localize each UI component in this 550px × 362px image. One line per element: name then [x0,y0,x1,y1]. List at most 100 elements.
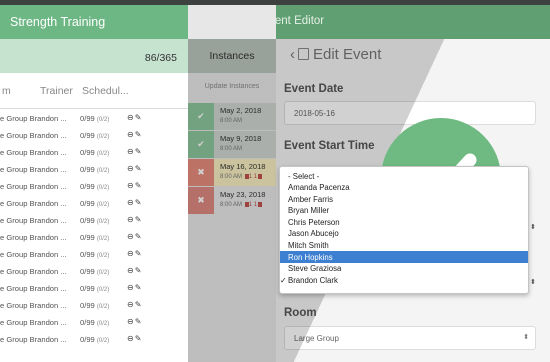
instance-date: May 2, 2018 [220,106,262,115]
table-row[interactable]: e Group Brandon ... 0/99 (0/2) ⊖✎ [0,143,188,160]
instances-title: Instances [188,39,276,73]
cancel-icon: ✖ [188,159,214,186]
instance-date: May 23, 2018 [220,190,266,199]
edit-icon[interactable]: ✎ [135,300,143,309]
delete-icon[interactable]: ⊖ [127,232,135,241]
dropdown-option[interactable]: Mitch Smith [280,240,528,252]
instance-date: May 9, 2018 [220,134,262,143]
table-row[interactable]: e Group Brandon ... 0/99 (0/2) ⊖✎ [0,279,188,296]
delete-icon[interactable]: ⊖ [127,113,135,122]
edit-icon[interactable]: ✎ [135,181,143,190]
edit-icon[interactable]: ✎ [135,317,143,326]
instance-time: 8:00 AM [220,146,243,152]
column-header-trainer[interactable]: Trainer [40,85,73,97]
delete-icon[interactable]: ⊖ [127,164,135,173]
delete-icon[interactable]: ⊖ [127,266,135,275]
edit-icon[interactable]: ✎ [135,283,143,292]
select-arrow-icon: ⬍ [523,334,529,341]
row-capacity: 0/99 (0/2) [80,233,110,242]
dropdown-option[interactable]: Amanda Pacenza [280,182,528,194]
table-row[interactable]: e Group Brandon ... 0/99 (0/2) ⊖✎ [0,194,188,211]
edit-icon[interactable]: ✎ [135,164,143,173]
edit-icon[interactable]: ✎ [135,334,143,343]
delete-icon[interactable]: ⊖ [127,283,135,292]
table-row[interactable]: e Group Brandon ... 0/99 (0/2) ⊖✎ [0,211,188,228]
dropdown-option[interactable]: ✓Brandon Clark [280,274,528,286]
attendance-icon [258,174,263,179]
delete-icon[interactable]: ⊖ [127,215,135,224]
row-room-trainer: e Group Brandon ... [0,216,67,225]
row-actions: ⊖✎ [127,334,142,343]
session-count: 86/365 [0,39,188,73]
dropdown-option[interactable]: Chris Peterson [280,216,528,228]
instance-item[interactable]: ✖ May 16, 2018 8:00 AM 1 1 [188,159,276,186]
dropdown-option[interactable]: Ron Hopkins [280,251,528,263]
delete-icon[interactable]: ⊖ [127,147,135,156]
dropdown-option[interactable]: Jason Abucejo [280,228,528,240]
row-capacity: 0/99 (0/2) [80,148,110,157]
delete-icon[interactable]: ⊖ [127,130,135,139]
trainer-dropdown[interactable]: - Select - Amanda Pacenza Amber Farris Brya… [279,166,529,294]
table-row[interactable]: e Group Brandon ... 0/99 (0/2) ⊖✎ [0,126,188,143]
table-row[interactable]: e Group Brandon ... 0/99 (0/2) ⊖✎ [0,177,188,194]
dropdown-option[interactable]: Amber Farris [280,193,528,205]
table-row[interactable]: e Group Brandon ... 0/99 (0/2) ⊖✎ [0,296,188,313]
back-chevron-icon[interactable]: ‹ [290,46,295,63]
delete-icon[interactable]: ⊖ [127,317,135,326]
row-capacity: 0/99 (0/2) [80,216,110,225]
edit-icon[interactable]: ✎ [135,215,143,224]
instance-item[interactable]: ✔ May 2, 2018 8:00 AM [188,103,276,130]
column-header-schedule[interactable]: Schedul... [82,85,129,97]
row-actions: ⊖✎ [127,249,142,258]
delete-icon[interactable]: ⊖ [127,300,135,309]
row-room-trainer: e Group Brandon ... [0,284,67,293]
instance-item[interactable]: ✖ May 23, 2018 8:00 AM 1 1 [188,187,276,214]
dropdown-option[interactable]: Bryan Miller [280,205,528,217]
instance-date: May 16, 2018 [220,162,266,171]
instance-item[interactable]: ✔ May 9, 2018 8:00 AM [188,131,276,158]
room-select[interactable]: Large Group ⬍ [284,326,536,350]
selected-check-icon: ✓ [280,275,287,285]
edit-icon[interactable]: ✎ [135,147,143,156]
instances-column: . Instances Update Instances ✔May 2, 201… [188,5,276,362]
edit-icon[interactable]: ✎ [135,198,143,207]
row-actions: ⊖✎ [127,215,142,224]
row-room-trainer: e Group Brandon ... [0,318,67,327]
instance-time: 8:00 AM [220,118,243,124]
schedule-rows: e Group Brandon ... 0/99 (0/2) ⊖✎ e Group B… [0,109,188,347]
table-row[interactable]: e Group Brandon ... 0/99 (0/2) ⊖✎ [0,160,188,177]
row-actions: ⊖✎ [127,317,142,326]
edit-icon[interactable]: ✎ [135,232,143,241]
delete-icon[interactable]: ⊖ [127,334,135,343]
row-room-trainer: e Group Brandon ... [0,233,67,242]
column-header-room[interactable]: m [2,85,11,97]
row-actions: ⊖✎ [127,266,142,275]
edit-icon[interactable]: ✎ [135,130,143,139]
attendance-icon [258,202,263,207]
delete-icon[interactable]: ⊖ [127,198,135,207]
row-actions: ⊖✎ [127,198,142,207]
table-row[interactable]: e Group Brandon ... 0/99 (0/2) ⊖✎ [0,330,188,347]
table-row[interactable]: e Group Brandon ... 0/99 (0/2) ⊖✎ [0,109,188,126]
dropdown-option[interactable]: - Select - [280,170,528,182]
table-row[interactable]: e Group Brandon ... 0/99 (0/2) ⊖✎ [0,245,188,262]
row-room-trainer: e Group Brandon ... [0,267,67,276]
edit-icon[interactable]: ✎ [135,266,143,275]
table-row[interactable]: e Group Brandon ... 0/99 (0/2) ⊖✎ [0,262,188,279]
column-headers: m Trainer Schedul... [0,73,188,109]
cancel-icon: ✖ [188,187,214,214]
delete-icon[interactable]: ⊖ [127,249,135,258]
table-row[interactable]: e Group Brandon ... 0/99 (0/2) ⊖✎ [0,228,188,245]
table-row[interactable]: e Group Brandon ... 0/99 (0/2) ⊖✎ [0,313,188,330]
edit-icon[interactable]: ✎ [135,249,143,258]
dropdown-option[interactable]: Steve Graziosa [280,263,528,275]
delete-icon[interactable]: ⊖ [127,181,135,190]
row-room-trainer: e Group Brandon ... [0,301,67,310]
room-value: Large Group [294,334,339,343]
row-capacity: 0/99 (0/2) [80,250,110,259]
row-room-trainer: e Group Brandon ... [0,114,67,123]
edit-event-label: Edit Event [313,46,382,63]
update-instances-button[interactable]: Update Instances [188,73,276,103]
edit-icon[interactable]: ✎ [135,113,143,122]
event-date-value: 2018-05-16 [294,109,335,118]
